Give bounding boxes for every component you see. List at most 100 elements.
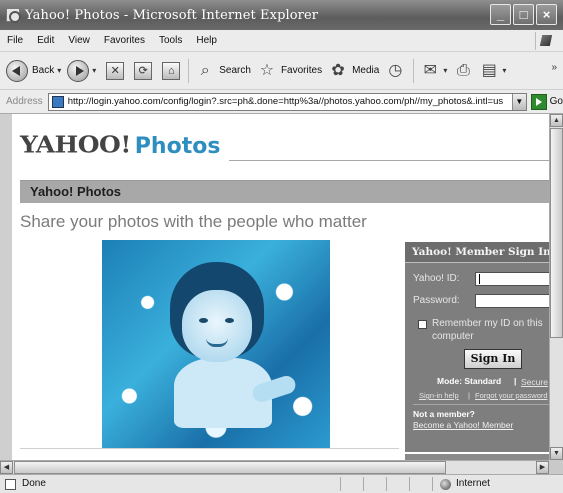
favorites-star-icon: ☆ bbox=[259, 61, 275, 79]
sign-in-help-link[interactable]: Sign-in help bbox=[419, 391, 459, 400]
mail-button[interactable]: ✉ ▾ bbox=[420, 61, 448, 81]
password-input[interactable] bbox=[475, 294, 549, 308]
toolbar-overflow-chevron[interactable]: » bbox=[551, 62, 557, 73]
minimize-button[interactable]: _ bbox=[490, 4, 511, 25]
hero-photo-child bbox=[102, 240, 330, 448]
scroll-down-icon[interactable]: ▼ bbox=[550, 447, 563, 460]
horizontal-scroll-thumb[interactable] bbox=[14, 461, 446, 474]
print-icon: ⎙ bbox=[456, 61, 470, 79]
maximize-button[interactable]: □ bbox=[513, 4, 534, 25]
mode-label: Mode: Standard bbox=[437, 376, 502, 386]
vertical-scroll-thumb[interactable] bbox=[550, 128, 563, 338]
home-icon[interactable]: ⌂ bbox=[162, 61, 181, 80]
menu-tools[interactable]: Tools bbox=[152, 35, 189, 46]
menu-view[interactable]: View bbox=[61, 35, 97, 46]
sign-in-button[interactable]: Sign In bbox=[464, 349, 522, 369]
go-button[interactable]: Go bbox=[550, 96, 563, 107]
left-frame-edge bbox=[0, 114, 12, 460]
text-caret bbox=[479, 274, 480, 284]
security-zone-label: Internet bbox=[456, 478, 490, 489]
menu-favorites[interactable]: Favorites bbox=[97, 35, 152, 46]
stop-icon[interactable]: ✕ bbox=[106, 61, 125, 80]
status-divider bbox=[340, 477, 341, 491]
remember-me-checkbox[interactable] bbox=[418, 320, 427, 329]
back-arrow-icon bbox=[6, 59, 28, 82]
toolbar-divider bbox=[188, 58, 190, 83]
address-dropdown-icon[interactable]: ▼ bbox=[511, 93, 526, 110]
password-label: Password: bbox=[413, 295, 460, 306]
page-tagline: Share your photos with the people who ma… bbox=[20, 212, 367, 231]
scroll-right-icon[interactable]: ▶ bbox=[536, 461, 549, 474]
vertical-scrollbar[interactable]: ▲ ▼ bbox=[549, 114, 563, 460]
search-button[interactable]: ⌕ Search bbox=[195, 61, 251, 81]
back-button[interactable]: Back ▾ bbox=[6, 59, 61, 82]
status-divider bbox=[409, 477, 410, 491]
register-link[interactable]: Become a Yahoo! Member bbox=[413, 420, 513, 430]
section-header-title: Yahoo! Photos bbox=[30, 184, 121, 199]
edit-dropdown-icon[interactable]: ▾ bbox=[502, 66, 506, 75]
media-button[interactable]: ✿ Media bbox=[328, 61, 379, 81]
print-button[interactable]: ⎙ bbox=[453, 61, 473, 81]
section-header: Yahoo! Photos bbox=[20, 180, 549, 203]
go-arrow-icon[interactable] bbox=[530, 93, 547, 110]
window-title: Yahoo! Photos - Microsoft Internet Explo… bbox=[25, 7, 319, 23]
yahoo-id-input[interactable] bbox=[475, 272, 549, 286]
menu-bar: File Edit View Favorites Tools Help bbox=[0, 30, 563, 52]
refresh-icon[interactable]: ⟳ bbox=[134, 61, 153, 80]
close-button[interactable]: × bbox=[536, 4, 557, 25]
title-bar: Yahoo! Photos - Microsoft Internet Explo… bbox=[0, 0, 563, 30]
address-url[interactable]: http://login.yahoo.com/config/login?.src… bbox=[68, 96, 503, 107]
back-dropdown-icon[interactable]: ▾ bbox=[57, 66, 61, 75]
history-icon: ◷ bbox=[388, 61, 403, 79]
forward-button[interactable]: ▾ bbox=[67, 59, 96, 82]
mail-icon: ✉ bbox=[423, 61, 438, 79]
favorites-label: Favorites bbox=[280, 65, 323, 76]
favorites-button[interactable]: ☆ Favorites bbox=[257, 61, 322, 81]
status-text: Done bbox=[22, 478, 46, 489]
address-input[interactable]: http://login.yahoo.com/config/login?.src… bbox=[47, 92, 527, 111]
back-label: Back bbox=[32, 65, 55, 76]
links-separator: | bbox=[468, 391, 470, 400]
browser-window: Yahoo! Photos - Microsoft Internet Explo… bbox=[0, 0, 563, 493]
yahoo-id-label: Yahoo! ID: bbox=[413, 273, 460, 284]
page-status-icon bbox=[5, 479, 16, 490]
window-controls: _ □ × bbox=[490, 4, 557, 25]
status-divider bbox=[386, 477, 387, 491]
photos-logo-text: Photos bbox=[134, 134, 221, 159]
signin-panel: Yahoo! Member Sign In Yahoo! ID: Passwor… bbox=[405, 242, 549, 452]
edit-button[interactable]: ▤ ▾ bbox=[479, 61, 507, 81]
remember-me-label: Remember my ID on this bbox=[432, 318, 543, 329]
yahoo-logo-text: YAHOO! bbox=[20, 131, 131, 158]
menu-file[interactable]: File bbox=[0, 35, 30, 46]
internet-zone-globe-icon bbox=[440, 479, 451, 490]
edit-icon: ▤ bbox=[481, 61, 497, 79]
photo-face bbox=[182, 290, 252, 362]
page-viewport: YAHOO! Photos Yahoo! Photos Share your p… bbox=[12, 114, 549, 460]
signin-title: Yahoo! Member Sign In bbox=[412, 246, 549, 258]
mail-dropdown-icon[interactable]: ▾ bbox=[443, 66, 447, 75]
status-divider bbox=[432, 477, 433, 491]
status-bar: Done Internet bbox=[0, 474, 563, 493]
header-divider bbox=[229, 160, 549, 161]
menu-edit[interactable]: Edit bbox=[30, 35, 61, 46]
scroll-up-icon[interactable]: ▲ bbox=[550, 114, 563, 127]
search-icon: ⌕ bbox=[200, 61, 210, 79]
secure-link[interactable]: Secure bbox=[521, 377, 548, 387]
history-button[interactable]: ◷ bbox=[385, 61, 405, 81]
forgot-password-link[interactable]: Forgot your password bbox=[475, 391, 548, 400]
forward-dropdown-icon[interactable]: ▾ bbox=[92, 66, 96, 75]
remember-me-label-cont: computer bbox=[432, 331, 474, 342]
yahoo-photos-logo[interactable]: YAHOO! Photos bbox=[20, 130, 220, 159]
forward-arrow-icon bbox=[67, 59, 90, 82]
scroll-left-icon[interactable]: ◀ bbox=[0, 461, 13, 474]
menu-help[interactable]: Help bbox=[189, 35, 224, 46]
status-divider bbox=[363, 477, 364, 491]
ie-app-icon bbox=[6, 8, 21, 23]
address-label: Address bbox=[6, 96, 43, 107]
horizontal-scrollbar[interactable]: ◀ ▶ bbox=[0, 460, 549, 474]
not-member-text: Not a member? bbox=[413, 409, 475, 419]
media-icon: ✿ bbox=[331, 61, 345, 79]
address-bar: Address http://login.yahoo.com/config/lo… bbox=[0, 90, 563, 114]
windows-flag-icon bbox=[535, 32, 555, 50]
content-divider bbox=[20, 448, 399, 449]
